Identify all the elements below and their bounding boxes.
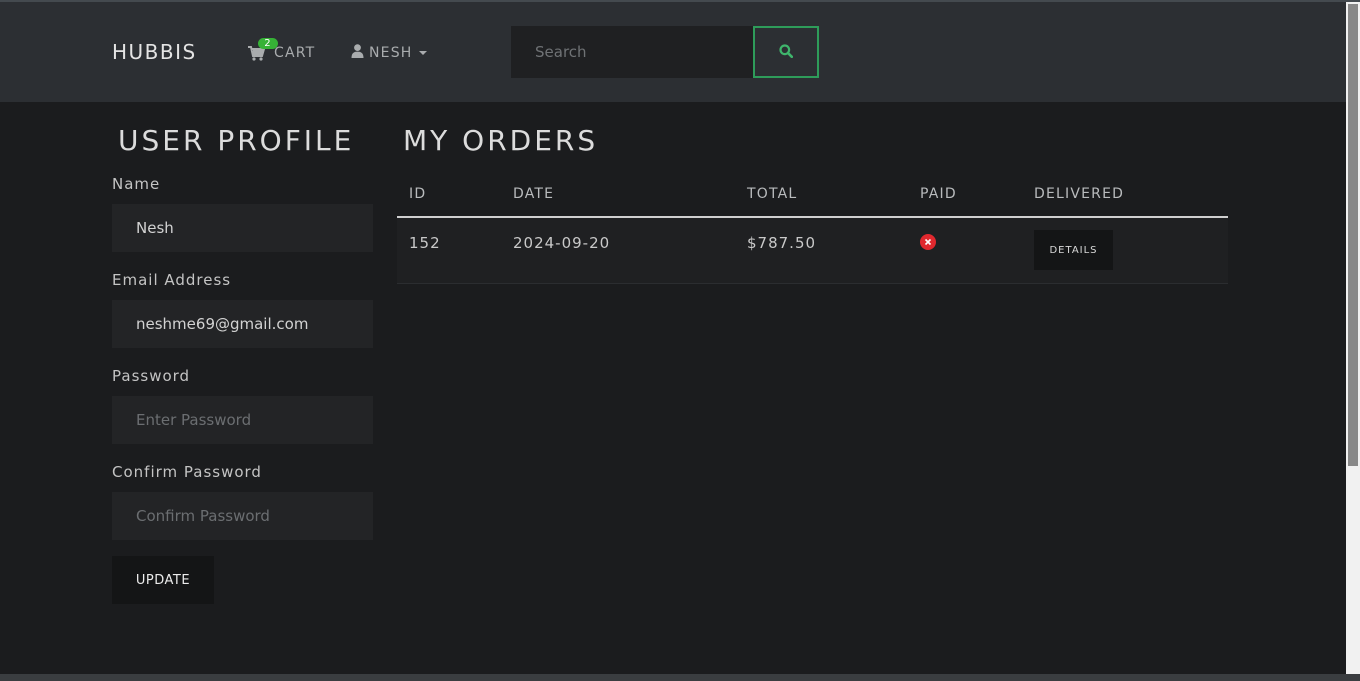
navbar: HUBBIS 2 CART NESH [0,2,1346,102]
column-header-id: ID [409,186,427,202]
scrollbar-thumb[interactable] [1348,4,1358,466]
page-scrollbar[interactable] [1346,2,1360,674]
order-total: $787.50 [747,234,817,252]
password-label: Password [112,367,191,385]
order-id: 152 [409,234,441,252]
cart-count-badge: 2 [258,38,278,49]
confirm-password-field[interactable] [112,492,373,540]
search-button[interactable] [753,26,819,78]
confirm-password-label: Confirm Password [112,463,262,481]
email-field[interactable] [112,300,373,348]
table-row: 152 2024-09-20 $787.50 DETAILS [397,218,1228,284]
column-header-paid: PAID [920,186,957,202]
user-menu-label: NESH [369,45,413,61]
chevron-down-icon [418,51,427,55]
column-header-date: DATE [513,186,555,202]
table-header: ID DATE TOTAL PAID DELIVERED [397,170,1228,218]
window-bottom-border [0,674,1360,681]
x-circle-icon [920,234,936,250]
user-icon [351,44,364,62]
user-menu-dropdown[interactable]: NESH [351,42,427,64]
brand-logo[interactable]: HUBBIS [112,40,197,64]
search-input[interactable] [511,26,753,78]
name-field[interactable] [112,204,373,252]
column-header-delivered: DELIVERED [1034,186,1125,202]
email-label: Email Address [112,271,232,289]
shopping-cart-icon: 2 [248,38,278,62]
orders-title: MY ORDERS [403,124,599,157]
cart-link[interactable]: 2 CART [248,38,316,64]
cart-label: CART [274,45,316,61]
profile-title: USER PROFILE [118,124,355,157]
update-button[interactable]: UPDATE [112,556,214,604]
order-details-button[interactable]: DETAILS [1034,230,1113,270]
order-date: 2024-09-20 [513,234,611,252]
password-field[interactable] [112,396,373,444]
name-label: Name [112,175,161,193]
orders-table: ID DATE TOTAL PAID DELIVERED 152 2024-09… [397,170,1228,284]
column-header-total: TOTAL [747,186,798,202]
search-icon [779,43,794,61]
